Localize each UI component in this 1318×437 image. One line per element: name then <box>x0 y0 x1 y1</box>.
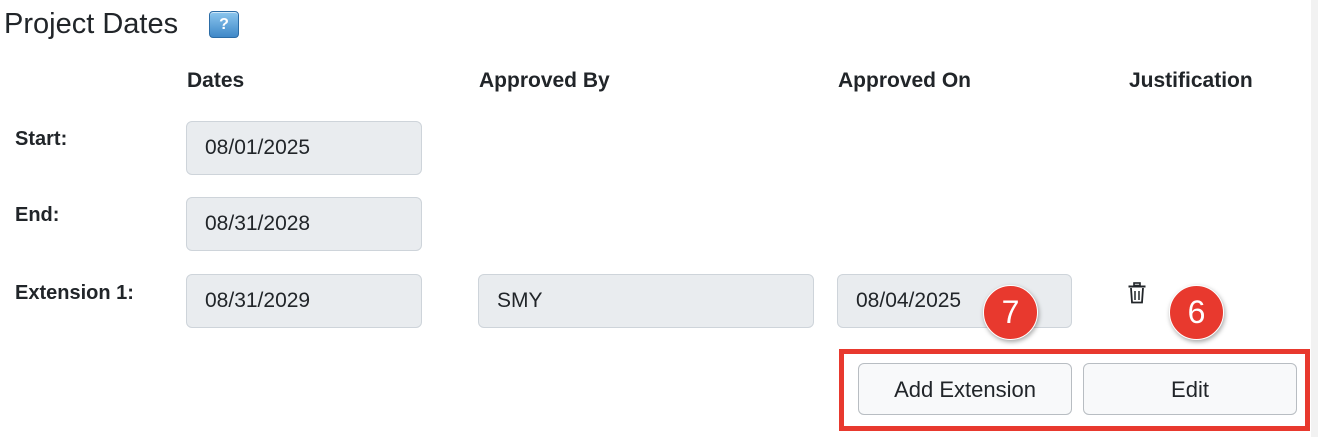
add-extension-button[interactable]: Add Extension <box>858 363 1072 415</box>
end-date-field: 08/31/2028 <box>186 197 422 251</box>
trash-icon[interactable] <box>1127 282 1147 304</box>
step-marker-6: 6 <box>1169 285 1224 340</box>
help-icon[interactable]: ? <box>209 11 239 38</box>
column-header-approved-by: Approved By <box>479 69 610 92</box>
row-label-extension-1: Extension 1: <box>15 282 134 304</box>
column-header-approved-on: Approved On <box>838 69 972 92</box>
column-header-justification: Justification <box>1129 69 1253 92</box>
row-label-start: Start: <box>15 128 68 150</box>
row-label-end: End: <box>15 204 60 226</box>
column-header-dates: Dates <box>187 69 245 92</box>
extension-1-approved-by-field: SMY <box>478 274 814 328</box>
extension-1-date-field: 08/31/2029 <box>186 274 422 328</box>
start-date-field: 08/01/2025 <box>186 121 422 175</box>
page-title: Project Dates <box>4 8 179 40</box>
page-scrollbar-track <box>1311 0 1318 437</box>
step-marker-7: 7 <box>983 285 1038 340</box>
edit-button[interactable]: Edit <box>1083 363 1297 415</box>
